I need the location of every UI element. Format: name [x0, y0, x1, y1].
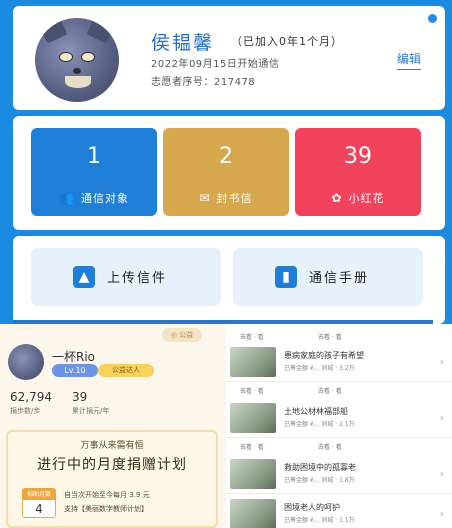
- feed-footer-2: 去看 · 看 去看 · 看: [226, 442, 452, 452]
- count-donations-label: 累计捐元/年: [72, 407, 110, 415]
- feed-thumbnail: [230, 347, 276, 377]
- profile-card: 侯韫馨 （已加入0年1个月） 2022年09月15日开始通信 志愿者序号：217…: [13, 6, 445, 110]
- calendar-label: 捐助月数: [23, 489, 55, 500]
- calendar-icon: 捐助月数 4: [22, 488, 56, 518]
- upload-icon: ▲: [73, 266, 95, 288]
- letter-app-screen: 侯韫馨 （已加入0年1个月） 2022年09月15日开始通信 志愿者序号：217…: [0, 0, 452, 324]
- stat-contacts-button[interactable]: 1 👥 通信对象: [31, 128, 157, 216]
- feed-item-title: 土地公材林福部船: [284, 407, 348, 416]
- feed-footer-b[interactable]: 去看 · 看: [318, 442, 342, 451]
- avatar-eye-right: [81, 52, 95, 62]
- chevron-right-icon: ›: [439, 467, 444, 480]
- plan-line-1: 自当次开始至今每月 3.9 元: [64, 491, 150, 499]
- stat-letters-label: ✉ 封书信: [163, 190, 289, 206]
- stat-contacts-text: 通信对象: [80, 192, 129, 205]
- feed-item-title: 困境老人的呵护: [284, 503, 340, 512]
- handbook-label: 通信手册: [309, 271, 370, 286]
- monthly-plan-card[interactable]: 万事从来需有恒 进行中的月度捐赠计划 捐助月数 4 自当次开始至今每月 3.9 …: [6, 430, 218, 528]
- corner-dot: [428, 14, 437, 23]
- plan-heading: 进行中的月度捐赠计划: [37, 457, 187, 473]
- count-steps-label: 捐步数/步: [10, 407, 41, 415]
- feed-item-title: 患病家庭的孩子有希望: [284, 351, 364, 360]
- level-badge: Lv.10: [52, 364, 98, 377]
- mini-name: 一杯Rio: [52, 350, 96, 364]
- feed-thumbnail: [230, 403, 276, 433]
- upload-letter-label: 上传信件: [107, 271, 168, 286]
- feed-footer-a[interactable]: 去看 · 看: [240, 332, 264, 341]
- stats-card: 1 👥 通信对象 2 ✉ 封书信 39 ✿ 小红花: [13, 116, 445, 230]
- feed-footer-0: 去看 · 看 去看 · 看: [226, 332, 452, 342]
- edit-profile-link[interactable]: 编辑: [396, 50, 421, 70]
- donation-profile-panel: ◎ 公益 一杯Rio Lv.10 公益达人 62,794 39 捐步数/步 累计…: [0, 324, 226, 528]
- feed-footer-a[interactable]: 去看 · 看: [240, 442, 264, 451]
- title-chip: 公益达人: [98, 364, 154, 377]
- letter-icon: ✉: [199, 191, 211, 205]
- feed-item[interactable]: 土地公材林福部船 已筹金额 ¥... 同城 · 2.1万 ›: [226, 400, 452, 438]
- feed-item[interactable]: 救助困境中的孤寡老 已筹金额 ¥... 同城 · 1.8万 ›: [226, 456, 452, 494]
- avatar-ear-left: [36, 18, 68, 44]
- chevron-right-icon: ›: [439, 411, 444, 424]
- profile-duration: （已加入0年1个月）: [231, 35, 343, 48]
- feed-item-title: 救助困境中的孤寡老: [284, 463, 356, 472]
- feed-footer-b[interactable]: 去看 · 看: [318, 386, 342, 395]
- mini-avatar[interactable]: [8, 344, 44, 380]
- calendar-value: 4: [35, 502, 43, 516]
- avatar-mouth: [65, 76, 91, 88]
- feed-item[interactable]: 患病家庭的孩子有希望 已筹金额 ¥... 同城 · 3.2万 ›: [226, 344, 452, 382]
- chevron-right-icon: ›: [439, 355, 444, 368]
- avatar-ear-right: [86, 18, 118, 44]
- count-steps: 62,794: [10, 390, 52, 404]
- profile-start-date: 2022年09月15日开始通信: [151, 59, 280, 70]
- stat-flowers-value: 39: [344, 144, 372, 169]
- people-icon: 👥: [59, 191, 75, 205]
- donation-feed-panel: 去看 · 看 去看 · 看 患病家庭的孩子有希望 已筹金额 ¥... 同城 · …: [226, 324, 452, 528]
- stat-contacts-value: 1: [87, 144, 101, 169]
- plan-motto: 万事从来需有恒: [80, 441, 144, 451]
- feed-item-sub: 已筹金额 ¥... 同城 · 1.1万: [284, 517, 355, 524]
- flower-icon: ✿: [331, 191, 343, 205]
- feed-footer-b[interactable]: 去看 · 看: [318, 332, 342, 341]
- feed-footer-a[interactable]: 去看 · 看: [240, 386, 264, 395]
- plan-line-2: 支持【美丽数字教师计划】: [64, 505, 148, 513]
- stat-letters-value: 2: [219, 144, 233, 169]
- feed-item[interactable]: 困境老人的呵护 已筹金额 ¥... 同城 · 1.1万 ›: [226, 496, 452, 528]
- feed-item-sub: 已筹金额 ¥... 同城 · 3.2万: [284, 365, 355, 372]
- avatar-nose: [73, 68, 81, 74]
- profile-avatar[interactable]: [35, 18, 119, 102]
- handbook-button[interactable]: ▮ 通信手册: [233, 248, 423, 306]
- stat-flowers-label: ✿ 小红花: [295, 190, 421, 206]
- chevron-right-icon: ›: [439, 507, 444, 520]
- stat-letters-text: 封书信: [216, 192, 253, 205]
- book-icon: ▮: [275, 266, 297, 288]
- feed-thumbnail: [230, 499, 276, 528]
- stat-contacts-label: 👥 通信对象: [31, 190, 157, 206]
- feed-item-sub: 已筹金额 ¥... 同城 · 1.8万: [284, 477, 355, 484]
- upload-letter-button[interactable]: ▲ 上传信件: [31, 248, 221, 306]
- profile-name: 侯韫馨: [151, 32, 215, 54]
- count-donations: 39: [72, 390, 88, 404]
- profile-serial: 志愿者序号：217478: [151, 77, 256, 88]
- stat-flowers-text: 小红花: [348, 192, 385, 205]
- feed-footer-1: 去看 · 看 去看 · 看: [226, 386, 452, 396]
- stat-letters-button[interactable]: 2 ✉ 封书信: [163, 128, 289, 216]
- public-tag: ◎ 公益: [162, 328, 202, 342]
- actions-card: ▲ 上传信件 ▮ 通信手册: [13, 236, 445, 324]
- feed-thumbnail: [230, 459, 276, 489]
- stat-flowers-button[interactable]: 39 ✿ 小红花: [295, 128, 421, 216]
- feed-item-sub: 已筹金额 ¥... 同城 · 2.1万: [284, 421, 355, 428]
- avatar-eye-left: [59, 52, 73, 62]
